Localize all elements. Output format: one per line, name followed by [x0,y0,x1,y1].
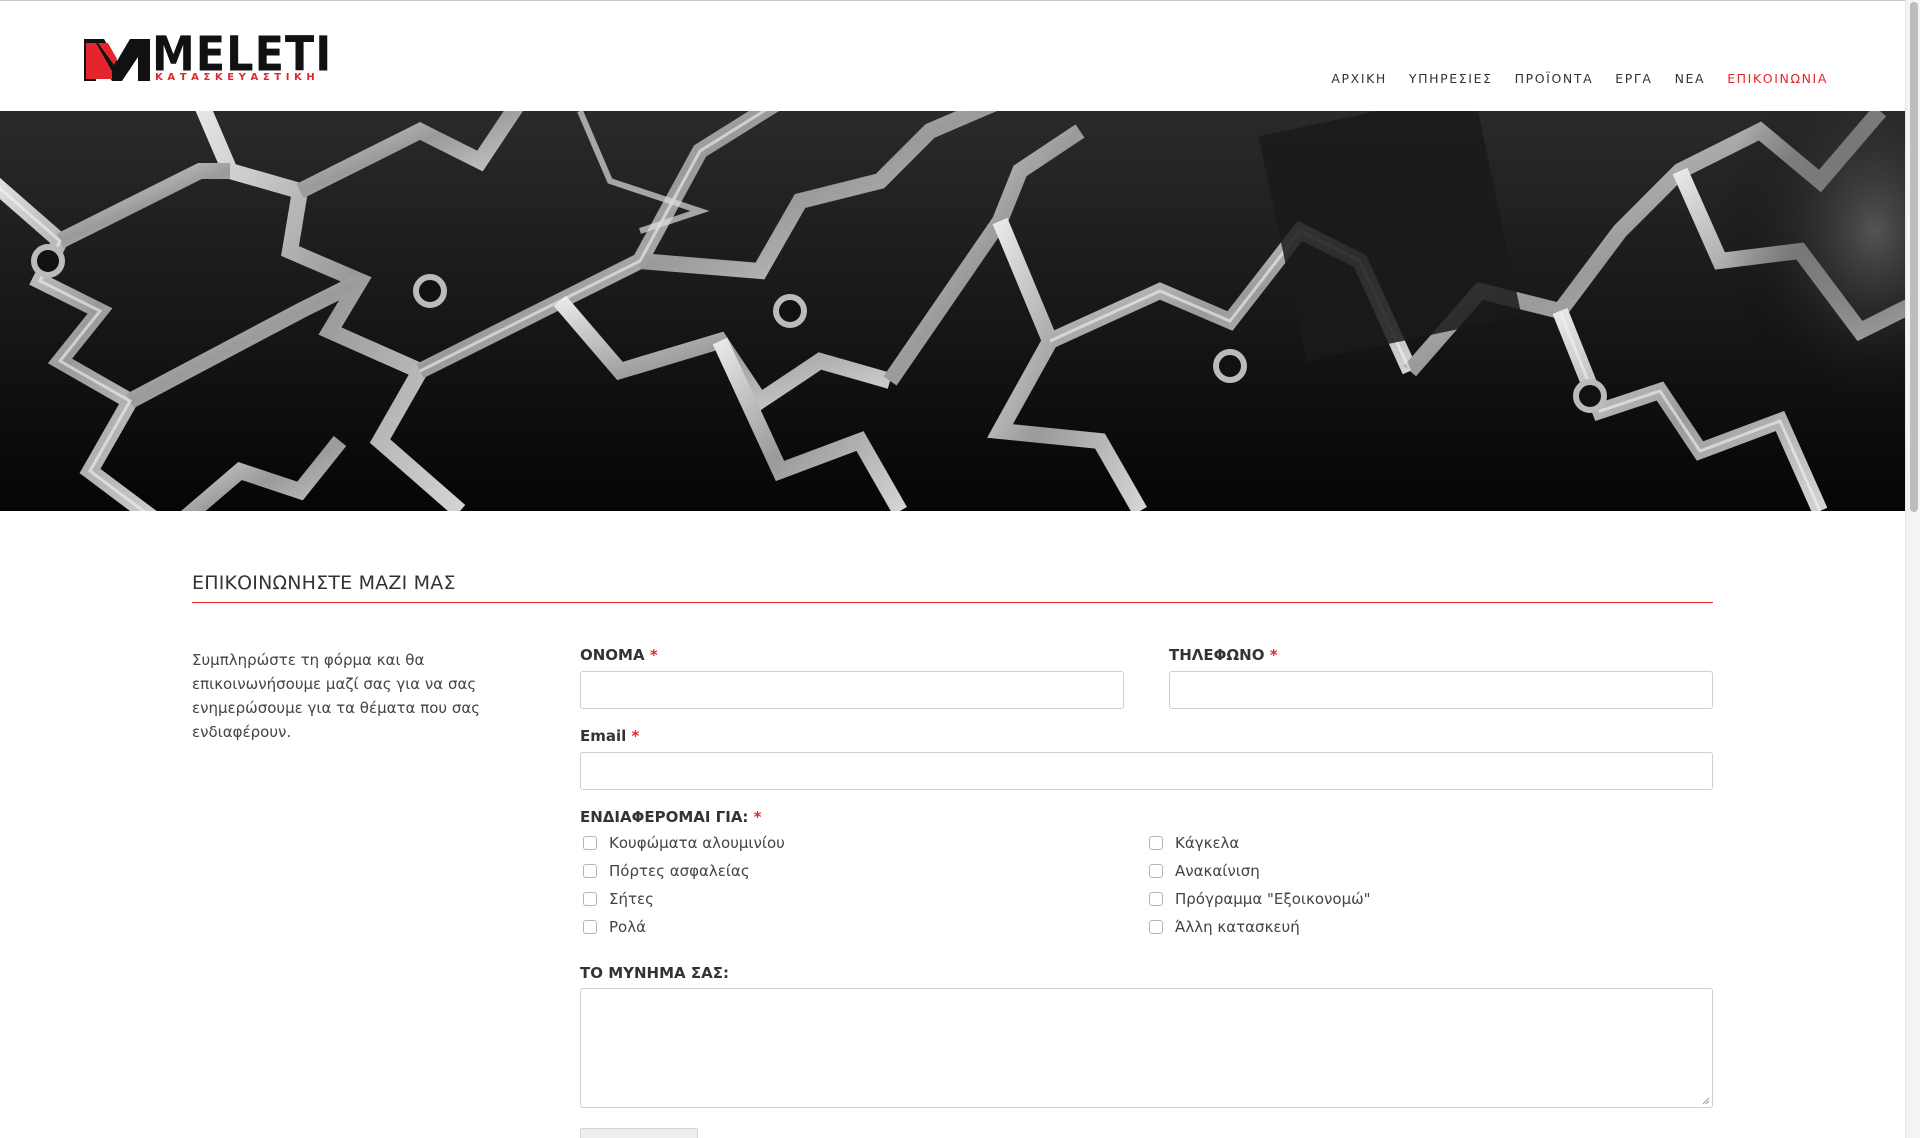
page: MELETI ΚΑΤΑΣΚΕΥΑΣΤΙΚΗ ΑΡΧΙΚΗ ΥΠΗΡΕΣΙΕΣ Π… [0,0,1905,1138]
nav-item-services[interactable]: ΥΠΗΡΕΣΙΕΣ [1398,71,1504,86]
name-input[interactable] [580,671,1124,709]
message-textarea[interactable] [580,988,1713,1108]
email-label: Email * [580,727,639,745]
checkbox-label: Κουφώματα αλουμινίου [609,834,785,852]
checkbox[interactable] [583,892,597,906]
required-mark: * [631,727,640,745]
email-label-text: Email [580,727,627,745]
checkbox-label: Άλλη κατασκευή [1175,918,1300,936]
main-nav: ΑΡΧΙΚΗ ΥΠΗΡΕΣΙΕΣ ΠΡΟΪΟΝΤΑ ΕΡΓΑ ΝΕΑ ΕΠΙΚΟ… [1320,71,1828,86]
aluminium-profiles-image [0,111,1905,511]
checkbox[interactable] [1149,836,1163,850]
checkbox[interactable] [1149,920,1163,934]
message-label-text: ΤΟ ΜΥΝΗΜΑ ΣΑΣ: [580,964,729,982]
checkbox-label: Πόρτες ασφαλείας [609,862,750,880]
interests-label: ΕΝΔΙΑΦΕΡΟΜΑΙ ΓΙΑ: * [580,808,762,826]
logo-mark-icon [84,39,150,81]
interest-checkbox-renovation[interactable]: Ανακαίνιση [1149,862,1260,880]
interest-checkbox-exoikonomo[interactable]: Πρόγραμμα "Εξοικονομώ" [1149,890,1371,908]
interest-checkbox-shutters[interactable]: Ρολά [583,918,646,936]
nav-item-news[interactable]: ΝΕΑ [1664,71,1717,86]
required-mark: * [649,646,658,664]
interest-checkbox-other[interactable]: Άλλη κατασκευή [1149,918,1300,936]
phone-label: ΤΗΛΕΦΩΝΟ * [1169,646,1278,664]
nav-item-contact[interactable]: ΕΠΙΚΟΙΝΩΝΙΑ [1716,71,1828,86]
interest-checkbox-security-doors[interactable]: Πόρτες ασφαλείας [583,862,750,880]
message-label: ΤΟ ΜΥΝΗΜΑ ΣΑΣ: [580,964,729,982]
title-divider [192,602,1713,603]
checkbox[interactable] [1149,892,1163,906]
hero-banner [0,111,1905,511]
nav-item-products[interactable]: ΠΡΟΪΟΝΤΑ [1504,71,1605,86]
site-header: MELETI ΚΑΤΑΣΚΕΥΑΣΤΙΚΗ ΑΡΧΙΚΗ ΥΠΗΡΕΣΙΕΣ Π… [0,1,1905,111]
submit-button[interactable] [580,1128,698,1138]
interest-checkbox-aluminium-frames[interactable]: Κουφώματα αλουμινίου [583,834,785,852]
checkbox[interactable] [583,864,597,878]
page-scrollbar[interactable] [1905,0,1920,1138]
checkbox[interactable] [583,920,597,934]
name-label-text: ΟΝΟΜΑ [580,646,645,664]
nav-item-home[interactable]: ΑΡΧΙΚΗ [1320,71,1398,86]
phone-input[interactable] [1169,671,1713,709]
required-mark: * [753,808,762,826]
phone-label-text: ΤΗΛΕΦΩΝΟ [1169,646,1265,664]
checkbox-label: Σήτες [609,890,654,908]
interest-checkbox-railings[interactable]: Κάγκελα [1149,834,1239,852]
required-mark: * [1269,646,1278,664]
interests-label-text: ΕΝΔΙΑΦΕΡΟΜΑΙ ΓΙΑ: [580,808,749,826]
interest-checkbox-screens[interactable]: Σήτες [583,890,654,908]
intro-text: Συμπληρώστε τη φόρμα και θα επικοινωνήσο… [192,651,481,741]
site-logo[interactable]: MELETI ΚΑΤΑΣΚΕΥΑΣΤΙΚΗ [84,27,331,87]
checkbox-label: Κάγκελα [1175,834,1240,852]
resize-handle-icon[interactable] [1702,1097,1710,1105]
checkbox[interactable] [1149,864,1163,878]
name-label: ΟΝΟΜΑ * [580,646,658,664]
nav-item-projects[interactable]: ΕΡΓΑ [1604,71,1663,86]
checkbox-label: Ανακαίνιση [1175,862,1260,880]
scrollbar-thumb[interactable] [1910,2,1918,512]
page-title: ΕΠΙΚΟΙΝΩΝΗΣΤΕ ΜΑΖΙ ΜΑΣ [192,572,456,594]
checkbox[interactable] [583,836,597,850]
checkbox-label: Πρόγραμμα "Εξοικονομώ" [1175,890,1371,908]
logo-tagline: ΚΑΤΑΣΚΕΥΑΣΤΙΚΗ [155,72,320,83]
email-input[interactable] [580,752,1713,790]
checkbox-label: Ρολά [609,918,646,936]
